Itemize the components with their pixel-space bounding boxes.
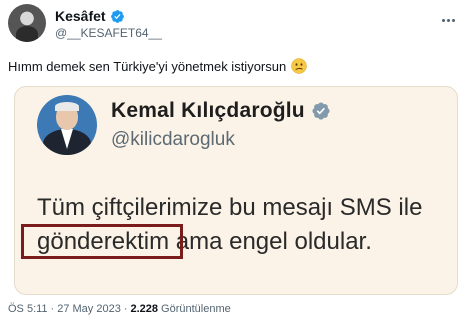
highlight-rectangle [21,224,183,259]
more-options-icon[interactable] [435,10,461,30]
views-count: 2.228 [130,303,159,315]
author-name-line: Kesâfet [55,8,125,24]
verified-badge-icon [110,9,124,23]
meta-separator: · [50,303,55,315]
embedded-text-line1: Tüm çiftçilerimize bu mesajı SMS ile [37,194,423,221]
meta-separator-2: · [123,303,128,315]
embedded-screenshot-image[interactable]: Kemal Kılıçdaroğlu @kilicdarogluk Tüm çi… [14,86,458,295]
avatar[interactable] [8,4,46,42]
author-display-name[interactable]: Kesâfet [55,8,106,24]
tweet-meta: ÖS 5:11 · 27 May 2023 · 2.228 Görüntülen… [8,303,231,315]
tweet-text: Hımm demek sen Türkiye'yi yönetmek istiy… [8,58,307,74]
tweet-time[interactable]: ÖS 5:11 [8,303,48,315]
tweet-text-body: Hımm demek sen Türkiye'yi yönetmek istiy… [8,58,287,74]
gray-verified-badge-icon [312,102,330,120]
embedded-handle: @kilicdarogluk [111,129,235,150]
tweet-header: Kesâfet @__KESAFET64__ [8,4,463,44]
embedded-text-rest: ama engel oldular. [169,228,372,255]
tweet-date[interactable]: 27 May 2023 [57,303,121,315]
confused-face-emoji-icon [291,58,307,74]
embedded-display-name: Kemal Kılıçdaroğlu [111,99,305,122]
embedded-name-line: Kemal Kılıçdaroğlu [111,99,331,123]
embedded-avatar [37,95,97,155]
author-handle[interactable]: @__KESAFET64__ [55,26,162,40]
views-label: Görüntülenme [161,303,231,315]
